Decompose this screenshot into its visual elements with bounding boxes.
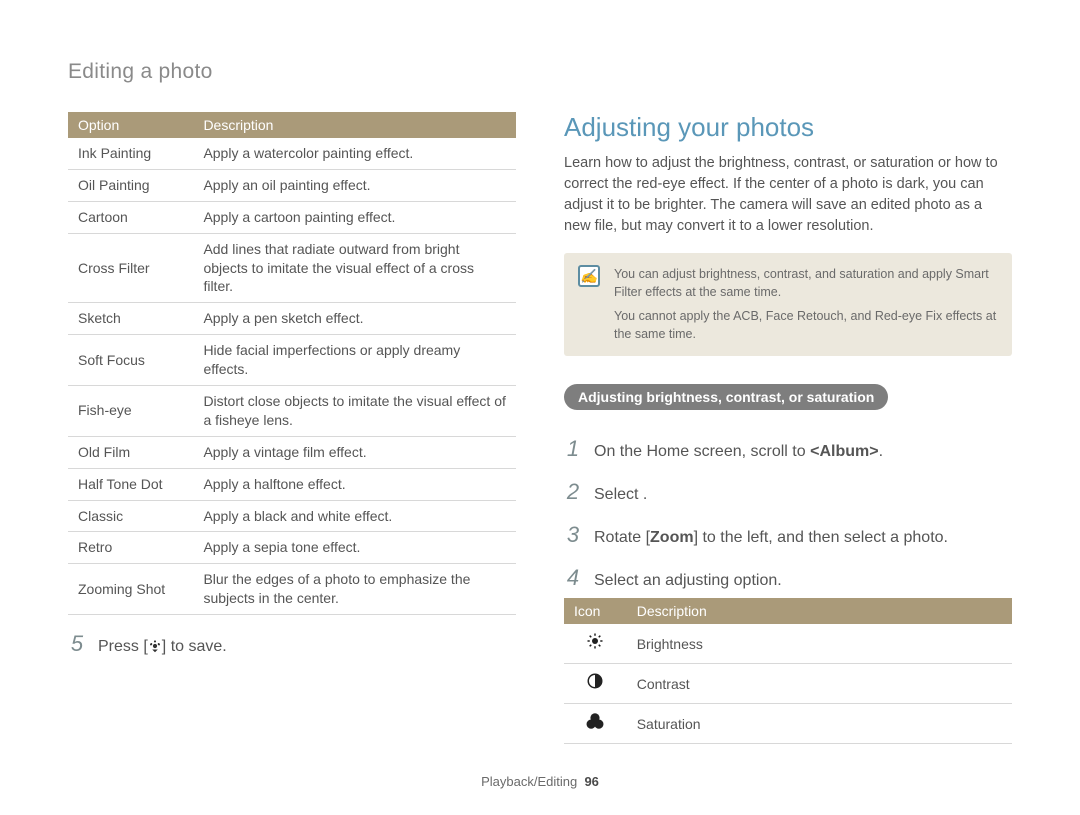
table-row: RetroApply a sepia tone effect. (68, 532, 516, 564)
flower-down-icon (148, 637, 162, 660)
page-header: Editing a photo (68, 60, 1012, 84)
step-4: 4 Select an adjusting option. (564, 567, 1012, 592)
section-intro: Learn how to adjust the brightness, cont… (564, 153, 1012, 237)
step-text: Press [ ] to save. (98, 633, 227, 660)
option-cell: Cartoon (68, 201, 193, 233)
description-cell: Apply a halftone effect. (193, 468, 516, 500)
saturation-icon (564, 704, 627, 744)
option-cell: Sketch (68, 303, 193, 335)
description-cell: Blur the edges of a photo to emphasize t… (193, 564, 516, 615)
col-header-option: Option (68, 112, 193, 138)
description-cell: Add lines that radiate outward from brig… (193, 233, 516, 303)
table-row: Oil PaintingApply an oil painting effect… (68, 169, 516, 201)
option-cell: Cross Filter (68, 233, 193, 303)
section-title: Adjusting your photos (564, 112, 1012, 143)
table-row: Zooming ShotBlur the edges of a photo to… (68, 564, 516, 615)
option-cell: Zooming Shot (68, 564, 193, 615)
option-cell: Half Tone Dot (68, 468, 193, 500)
table-row: Cross FilterAdd lines that radiate outwa… (68, 233, 516, 303)
description-cell: Apply a black and white effect. (193, 500, 516, 532)
options-table: Option Description Ink PaintingApply a w… (68, 112, 516, 615)
note-icon: ✍ (578, 265, 600, 287)
footer-section: Playback/Editing (481, 774, 577, 789)
option-cell: Ink Painting (68, 138, 193, 169)
table-row: ClassicApply a black and white effect. (68, 500, 516, 532)
footer-page-number: 96 (584, 774, 598, 789)
table-row: Old FilmApply a vintage film effect. (68, 436, 516, 468)
description-cell: Hide facial imperfections or apply dream… (193, 335, 516, 386)
description-cell: Apply a vintage film effect. (193, 436, 516, 468)
page-footer: Playback/Editing 96 (0, 774, 1080, 789)
description-cell: Apply a pen sketch effect. (193, 303, 516, 335)
table-row: Saturation (564, 704, 1012, 744)
icon-table: Icon Description BrightnessContrastSatur… (564, 598, 1012, 744)
col-header-description: Description (193, 112, 516, 138)
table-row: CartoonApply a cartoon painting effect. (68, 201, 516, 233)
description-cell: Apply a sepia tone effect. (193, 532, 516, 564)
option-cell: Old Film (68, 436, 193, 468)
step-number: 2 (564, 481, 582, 503)
step-1: 1 On the Home screen, scroll to <Album>. (564, 438, 1012, 463)
step-text-before: Press [ (98, 638, 148, 655)
table-row: Brightness (564, 624, 1012, 664)
step-number: 3 (564, 524, 582, 546)
step-text: On the Home screen, scroll to <Album>. (594, 438, 883, 463)
note-lines: You can adjust brightness, contrast, and… (614, 265, 998, 344)
option-cell: Retro (68, 532, 193, 564)
note-box: ✍ You can adjust brightness, contrast, a… (564, 253, 1012, 356)
table-row: Ink PaintingApply a watercolor painting … (68, 138, 516, 169)
description-cell: Apply a watercolor painting effect. (193, 138, 516, 169)
icon-description: Contrast (627, 664, 1012, 704)
step-3: 3 Rotate [Zoom] to the left, and then sel… (564, 524, 1012, 549)
table-row: SketchApply a pen sketch effect. (68, 303, 516, 335)
right-column: Adjusting your photos Learn how to adjus… (564, 112, 1012, 744)
description-cell: Apply a cartoon painting effect. (193, 201, 516, 233)
table-row: Soft FocusHide facial imperfections or a… (68, 335, 516, 386)
step-5: 5 Press [ ] to save. (68, 633, 516, 660)
step-number: 1 (564, 438, 582, 460)
icon-description: Brightness (627, 624, 1012, 664)
step-number: 4 (564, 567, 582, 589)
two-column-layout: Option Description Ink PaintingApply a w… (68, 112, 1012, 744)
table-row: Fish-eyeDistort close objects to imitate… (68, 386, 516, 437)
step-text-after: ] to save. (162, 638, 227, 655)
description-cell: Distort close objects to imitate the vis… (193, 386, 516, 437)
brightness-icon (564, 624, 627, 664)
option-cell: Classic (68, 500, 193, 532)
table-row: Contrast (564, 664, 1012, 704)
contrast-icon (564, 664, 627, 704)
subsection-pill: Adjusting brightness, contrast, or satur… (564, 384, 888, 410)
option-cell: Soft Focus (68, 335, 193, 386)
icon-description: Saturation (627, 704, 1012, 744)
option-cell: Oil Painting (68, 169, 193, 201)
step-text: Select . (594, 481, 647, 506)
note-line-1: You can adjust brightness, contrast, and… (614, 265, 998, 301)
col-header-icon: Icon (564, 598, 627, 624)
note-line-2: You cannot apply the ACB, Face Retouch, … (614, 307, 998, 343)
table-row: Half Tone DotApply a halftone effect. (68, 468, 516, 500)
col-header-desc: Description (627, 598, 1012, 624)
description-cell: Apply an oil painting effect. (193, 169, 516, 201)
step-2: 2 Select . (564, 481, 1012, 506)
left-column: Option Description Ink PaintingApply a w… (68, 112, 516, 744)
option-cell: Fish-eye (68, 386, 193, 437)
step-text: Select an adjusting option. (594, 567, 782, 592)
step-number: 5 (68, 633, 86, 655)
step-text: Rotate [Zoom] to the left, and then sele… (594, 524, 948, 549)
